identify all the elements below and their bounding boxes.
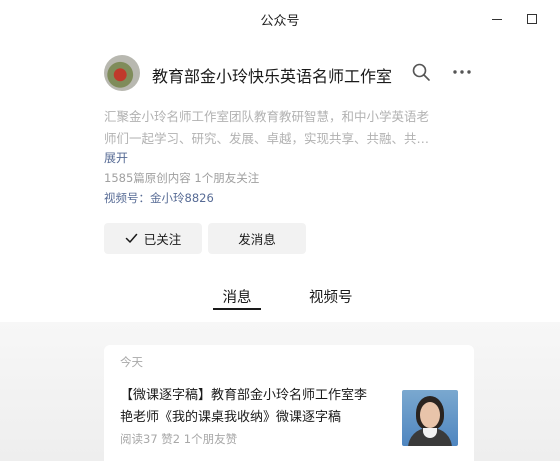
- maximize-icon[interactable]: [521, 8, 543, 30]
- check-icon: [125, 233, 137, 243]
- description-line: 汇聚金小玲名师工作室团队教育教研智慧，和中小学英语老: [104, 109, 430, 124]
- window-title: 公众号: [260, 14, 300, 29]
- article-title-line: 【微课逐字稿】教育部金小玲名师工作室李: [120, 388, 368, 403]
- account-avatar[interactable]: [104, 55, 140, 91]
- article-card[interactable]: 今天 【微课逐字稿】教育部金小玲名师工作室李 艳老师《我的课桌我收纳》微课逐字稿…: [104, 345, 474, 475]
- title-bar: 公众号: [0, 0, 560, 38]
- active-tab-indicator: [213, 308, 261, 310]
- account-description: 汇聚金小玲名师工作室团队教育教研智慧，和中小学英语老 师们一起学习、研究、发展、…: [104, 106, 474, 150]
- article-title-line: 艳老师《我的课桌我收纳》微课逐字稿: [120, 410, 342, 425]
- description-line: 师们一起学习、研究、发展、卓越，实现共享、共融、共…: [104, 131, 430, 146]
- minimize-icon[interactable]: [486, 8, 508, 30]
- account-name: 教育部金小玲快乐英语名师工作室: [152, 67, 393, 86]
- send-message-label: 发消息: [238, 232, 276, 247]
- day-label: 今天: [120, 355, 143, 369]
- account-stats: 1585篇原创内容 1个朋友关注: [104, 171, 260, 185]
- article-thumbnail[interactable]: [402, 390, 458, 446]
- followed-button[interactable]: 已关注: [104, 223, 202, 254]
- channel-link[interactable]: 视频号：金小玲8826: [104, 190, 214, 206]
- search-icon[interactable]: [411, 62, 431, 82]
- tab-channel[interactable]: 视频号: [309, 286, 353, 307]
- more-icon[interactable]: [451, 62, 473, 82]
- expand-link[interactable]: 展开: [104, 149, 128, 166]
- article-title[interactable]: 【微课逐字稿】教育部金小玲名师工作室李 艳老师《我的课桌我收纳》微课逐字稿: [120, 385, 402, 429]
- followed-button-label: 已关注: [143, 232, 182, 247]
- thumbnail-face: [420, 402, 440, 428]
- send-message-button[interactable]: 发消息: [208, 223, 306, 254]
- article-meta: 阅读37 赞2 1个朋友赞: [120, 432, 238, 446]
- tab-messages[interactable]: 消息: [213, 286, 261, 307]
